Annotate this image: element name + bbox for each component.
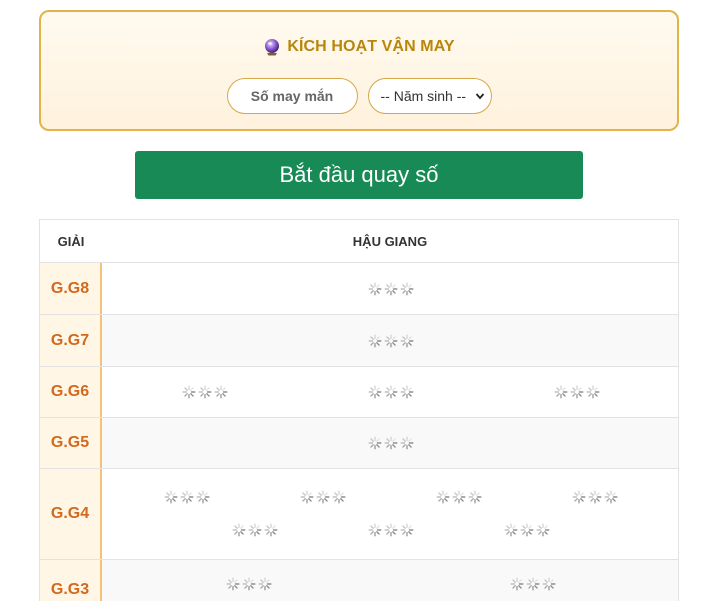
spinner-dot-icon: [300, 490, 314, 504]
spinner-dot-icon: [586, 385, 600, 399]
spinner-dot-icon: [226, 577, 240, 591]
spinner-dot-icon: [182, 385, 196, 399]
prize-cells: [102, 469, 678, 559]
spinner-dot-icon: [468, 490, 482, 504]
spinner-dot-icon: [400, 282, 414, 296]
spinner-dot-icon: [368, 523, 382, 537]
prize-cells: [102, 315, 678, 366]
spinner-dot-icon: [368, 334, 382, 348]
spinner-dot-icon: [198, 385, 212, 399]
lucky-panel: KÍCH HOẠT VẬN MAY -- Năm sinh --: [39, 10, 679, 131]
spinner-dot-icon: [536, 523, 550, 537]
spinner-dot-icon: [196, 490, 210, 504]
loading-spinner-icon: [368, 334, 414, 348]
spinner-dot-icon: [368, 385, 382, 399]
spinner-dot-icon: [164, 490, 178, 504]
loading-spinner-icon: [368, 523, 414, 537]
header-prize: GIẢI: [40, 220, 102, 262]
table-row: G.G3: [40, 560, 678, 601]
spinner-dot-icon: [400, 334, 414, 348]
start-draw-button[interactable]: Bắt đầu quay số: [135, 151, 583, 199]
loading-spinner-icon: [504, 523, 550, 537]
prize-cells: [102, 263, 678, 314]
prize-cells: [102, 418, 678, 468]
loading-spinner-icon: [182, 385, 228, 399]
spinner-dot-icon: [400, 523, 414, 537]
table-row: G.G8: [40, 263, 678, 315]
loading-spinner-icon: [554, 385, 600, 399]
spinner-dot-icon: [180, 490, 194, 504]
loading-spinner-icon: [510, 577, 556, 591]
spinner-dot-icon: [384, 334, 398, 348]
spinner-dot-icon: [526, 577, 540, 591]
spinner-dot-icon: [232, 523, 246, 537]
table-row: G.G7: [40, 315, 678, 367]
spinner-dot-icon: [242, 577, 256, 591]
spinner-dot-icon: [264, 523, 278, 537]
spinner-dot-icon: [520, 523, 534, 537]
chevron-down-icon: [475, 93, 484, 100]
prize-label: G.G8: [40, 263, 102, 314]
loading-spinner-icon: [226, 577, 272, 591]
table-row: G.G5: [40, 418, 678, 469]
loading-spinner-icon: [572, 490, 618, 504]
table-header-row: GIẢI HẬU GIANG: [40, 220, 678, 263]
result-table: GIẢI HẬU GIANG G.G8 G.G7 G.G6 G.G5 G.G4: [39, 219, 679, 601]
crystal-ball-icon: [265, 39, 280, 56]
spinner-dot-icon: [368, 436, 382, 450]
prize-label: G.G4: [40, 469, 102, 559]
prize-cells: [102, 560, 678, 601]
spinner-dot-icon: [384, 523, 398, 537]
loading-spinner-icon: [368, 385, 414, 399]
prize-cells: [102, 367, 678, 417]
spinner-dot-icon: [452, 490, 466, 504]
prize-label: G.G5: [40, 418, 102, 468]
prize-label: G.G7: [40, 315, 102, 366]
spinner-dot-icon: [332, 490, 346, 504]
lucky-controls: -- Năm sinh --: [41, 78, 677, 114]
spinner-dot-icon: [570, 385, 584, 399]
loading-spinner-icon: [300, 490, 346, 504]
spinner-dot-icon: [436, 490, 450, 504]
spinner-dot-icon: [554, 385, 568, 399]
spinner-dot-icon: [400, 436, 414, 450]
birth-year-selected: -- Năm sinh --: [380, 88, 467, 104]
loading-spinner-icon: [164, 490, 210, 504]
spinner-dot-icon: [384, 282, 398, 296]
birth-year-select[interactable]: -- Năm sinh --: [367, 78, 492, 114]
spinner-dot-icon: [604, 490, 618, 504]
spinner-dot-icon: [316, 490, 330, 504]
loading-spinner-icon: [232, 523, 278, 537]
prize-label: G.G3: [40, 560, 102, 601]
table-row: G.G4: [40, 469, 678, 560]
header-province: HẬU GIANG: [352, 233, 428, 249]
prize-label: G.G6: [40, 367, 102, 417]
loading-spinner-icon: [436, 490, 482, 504]
spinner-dot-icon: [588, 490, 602, 504]
spinner-dot-icon: [258, 577, 272, 591]
table-row: G.G6: [40, 367, 678, 418]
spinner-dot-icon: [248, 523, 262, 537]
spinner-dot-icon: [572, 490, 586, 504]
lucky-title: KÍCH HOẠT VẬN MAY: [41, 37, 677, 57]
lucky-number-input[interactable]: [226, 78, 358, 114]
loading-spinner-icon: [368, 436, 414, 450]
lucky-title-text: KÍCH HOẠT VẬN MAY: [287, 38, 455, 55]
spinner-dot-icon: [400, 385, 414, 399]
spinner-dot-icon: [384, 385, 398, 399]
spinner-dot-icon: [504, 523, 518, 537]
spinner-dot-icon: [510, 577, 524, 591]
spinner-dot-icon: [384, 436, 398, 450]
spinner-dot-icon: [214, 385, 228, 399]
loading-spinner-icon: [368, 282, 414, 296]
spinner-dot-icon: [368, 282, 382, 296]
spinner-dot-icon: [542, 577, 556, 591]
